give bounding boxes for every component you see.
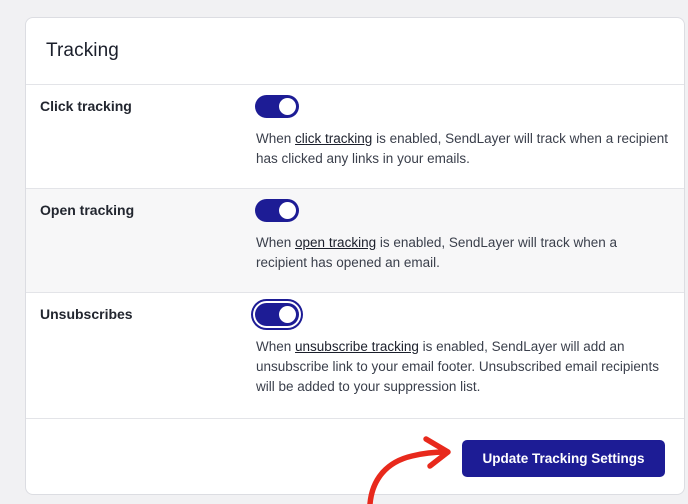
toggle-knob xyxy=(279,306,296,323)
open-tracking-toggle[interactable] xyxy=(255,199,299,222)
card-title: Tracking xyxy=(46,40,119,61)
setting-row-click-tracking: Click tracking When click tracking is en… xyxy=(26,85,684,189)
desc-text: When xyxy=(256,235,296,250)
setting-description: When open tracking is enabled, SendLayer… xyxy=(256,233,668,273)
setting-description: When unsubscribe tracking is enabled, Se… xyxy=(256,337,668,397)
setting-label: Unsubscribes xyxy=(40,306,133,322)
red-curved-arrow-icon xyxy=(367,436,451,504)
update-tracking-settings-button[interactable]: Update Tracking Settings xyxy=(462,440,665,477)
tracking-card: Tracking Click tracking When click track… xyxy=(25,17,685,495)
card-header: Tracking xyxy=(26,18,684,85)
open-tracking-link[interactable]: open tracking xyxy=(295,235,376,250)
desc-text: When xyxy=(256,131,296,146)
setting-label: Open tracking xyxy=(40,202,135,218)
unsubscribe-tracking-link[interactable]: unsubscribe tracking xyxy=(295,339,419,354)
setting-row-unsubscribes: Unsubscribes When unsubscribe tracking i… xyxy=(26,293,684,419)
click-tracking-link[interactable]: click tracking xyxy=(295,131,372,146)
toggle-knob xyxy=(279,202,296,219)
unsubscribes-toggle[interactable] xyxy=(255,303,299,326)
setting-label: Click tracking xyxy=(40,98,132,114)
setting-description: When click tracking is enabled, SendLaye… xyxy=(256,129,668,169)
toggle-knob xyxy=(279,98,296,115)
click-tracking-toggle[interactable] xyxy=(255,95,299,118)
desc-text: When xyxy=(256,339,296,354)
setting-row-open-tracking: Open tracking When open tracking is enab… xyxy=(26,189,684,293)
